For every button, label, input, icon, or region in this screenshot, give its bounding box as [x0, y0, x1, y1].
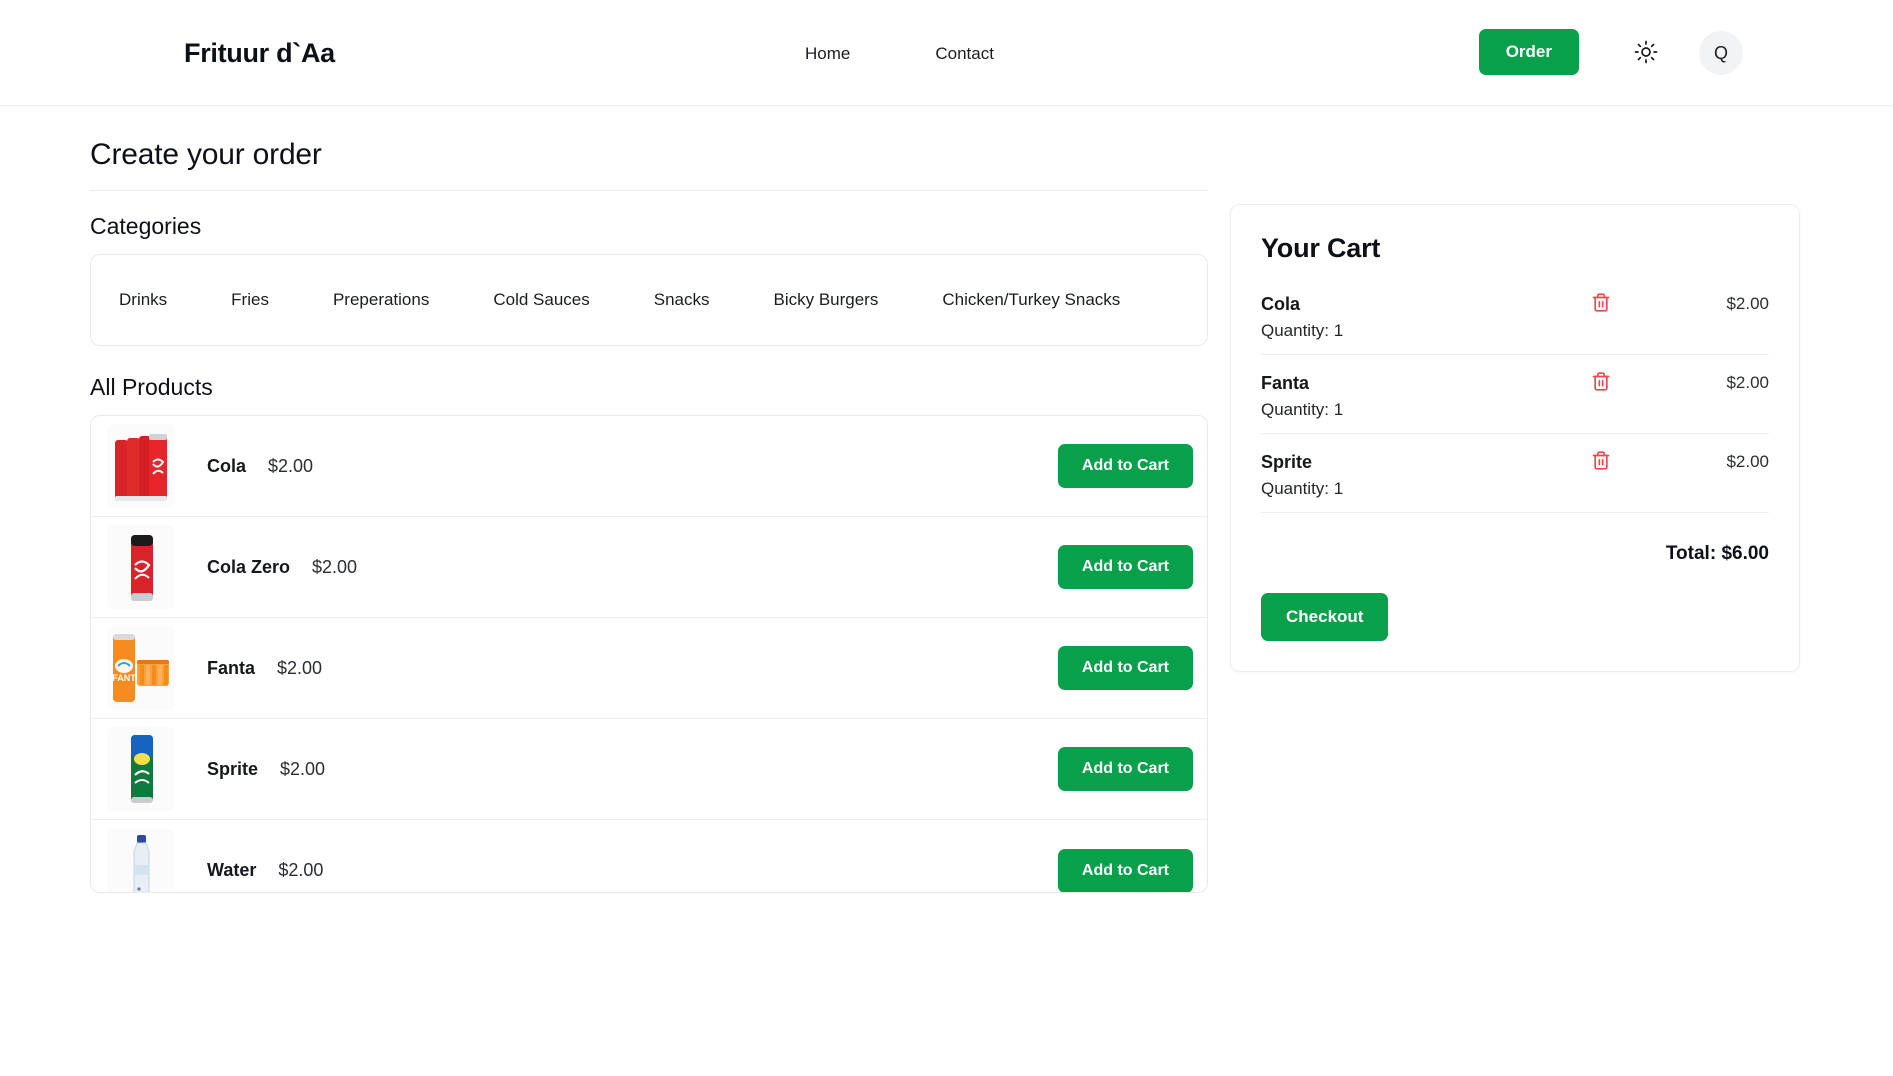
cart-item-quantity: Quantity: 1 [1261, 479, 1344, 498]
cart-column: Your Cart Cola $2.00 Quantity: 1 Fanta $… [1230, 106, 1800, 672]
trash-icon [1591, 371, 1611, 395]
cart-item-price: $2.00 [1726, 452, 1769, 471]
category-item-chicken-turkey-snacks[interactable]: Chicken/Turkey Snacks [934, 284, 1128, 316]
product-price: $2.00 [312, 556, 358, 577]
title-divider [90, 190, 1208, 191]
product-row: Sprite $2.00 Add to Cart [91, 719, 1207, 820]
cart-item: Fanta $2.00 Quantity: 1 [1261, 369, 1769, 434]
order-button[interactable]: Order [1478, 28, 1579, 75]
product-name: Fanta [207, 657, 256, 678]
coca-cola-zero-can-image [107, 525, 175, 609]
products-heading: All Products [90, 374, 213, 400]
checkout-button[interactable]: Checkout [1261, 593, 1389, 641]
category-item-drinks[interactable]: Drinks [111, 284, 175, 316]
category-item-fries[interactable]: Fries [223, 284, 277, 316]
add-to-cart-button[interactable]: Add to Cart [1057, 848, 1193, 892]
product-price: $2.00 [278, 860, 324, 880]
cart-item-quantity: Quantity: 1 [1261, 400, 1344, 419]
cart-item-header: Fanta $2.00 [1261, 369, 1769, 397]
cart-item-quantity: Quantity: 1 [1261, 321, 1344, 340]
product-row: Cola $2.00 Add to Cart [91, 416, 1207, 517]
add-to-cart-button[interactable]: Add to Cart [1057, 747, 1193, 791]
coca-cola-cans-pack-image [107, 424, 175, 508]
product-price: $2.00 [268, 455, 314, 476]
main-navigation: Home Contact [795, 42, 1004, 66]
cart-item: Sprite $2.00 Quantity: 1 [1261, 448, 1769, 513]
category-item-cold-sauces[interactable]: Cold Sauces [485, 284, 597, 316]
page-title: Create your order [90, 138, 322, 171]
search-q-icon: Q [1713, 42, 1728, 63]
cart-item: Cola $2.00 Quantity: 1 [1261, 290, 1769, 355]
product-name: Cola [207, 455, 247, 476]
cart-item-header: Sprite $2.00 [1261, 448, 1769, 476]
brand-logo[interactable]: Frituur d`Aa [184, 38, 335, 69]
site-header: Frituur d`Aa Home Contact Order Q [0, 0, 1893, 106]
svg-text:FANT: FANT [112, 673, 136, 683]
cart-item-name: Sprite [1261, 451, 1313, 472]
add-to-cart-button[interactable]: Add to Cart [1057, 545, 1193, 589]
category-list: Drinks Fries Preperations Cold Sauces Sn… [111, 284, 1187, 316]
cart-item-name: Fanta [1261, 372, 1310, 393]
page-body: Create your order Categories Drinks Frie… [0, 106, 1893, 893]
nav-link-home[interactable]: Home [795, 42, 860, 66]
trash-icon [1591, 292, 1611, 316]
cart-total: Total: $6.00 [1665, 543, 1769, 564]
categories-heading: Categories [90, 213, 202, 239]
nav-link-contact[interactable]: Contact [925, 42, 1004, 66]
order-builder-column: Create your order Categories Drinks Frie… [90, 106, 1208, 893]
cart-item-price: $2.00 [1726, 373, 1769, 392]
product-price: $2.00 [277, 657, 323, 678]
theme-toggle-button[interactable] [1629, 37, 1663, 71]
water-bottle-image [107, 828, 175, 892]
cart-item-price: $2.00 [1726, 294, 1769, 313]
category-item-preperations[interactable]: Preperations [325, 284, 437, 316]
remove-item-button[interactable] [1587, 369, 1615, 397]
sprite-can-image [107, 727, 175, 811]
search-button[interactable]: Q [1699, 31, 1743, 75]
categories-panel: Drinks Fries Preperations Cold Sauces Sn… [90, 254, 1208, 346]
trash-icon [1591, 450, 1611, 474]
product-row: FANT Fanta $2.00 Add to Cart [91, 618, 1207, 719]
product-name: Cola Zero [207, 556, 291, 577]
cart-item-header: Cola $2.00 [1261, 290, 1769, 318]
remove-item-button[interactable] [1587, 448, 1615, 476]
category-item-snacks[interactable]: Snacks [646, 284, 718, 316]
product-price: $2.00 [280, 758, 326, 779]
sun-icon [1634, 40, 1658, 67]
remove-item-button[interactable] [1587, 290, 1615, 318]
product-row: Water $2.00 Add to Cart [91, 820, 1207, 892]
product-row: Cola Zero $2.00 Add to Cart [91, 517, 1207, 618]
cart-item-name: Cola [1261, 293, 1301, 314]
cart-title: Your Cart [1261, 233, 1381, 263]
add-to-cart-button[interactable]: Add to Cart [1057, 646, 1193, 690]
header-actions: Order Q [1478, 28, 1743, 75]
products-panel: Cola $2.00 Add to Cart Cola Zero $2.00 A… [90, 415, 1208, 893]
products-scroll-area[interactable]: Cola $2.00 Add to Cart Cola Zero $2.00 A… [91, 416, 1207, 892]
category-item-bicky-burgers[interactable]: Bicky Burgers [765, 284, 886, 316]
fanta-orange-can-pack-image: FANT [107, 626, 175, 710]
product-name: Water [207, 860, 257, 880]
product-name: Sprite [207, 758, 259, 779]
add-to-cart-button[interactable]: Add to Cart [1057, 444, 1193, 488]
cart-panel: Your Cart Cola $2.00 Quantity: 1 Fanta $… [1230, 204, 1800, 672]
